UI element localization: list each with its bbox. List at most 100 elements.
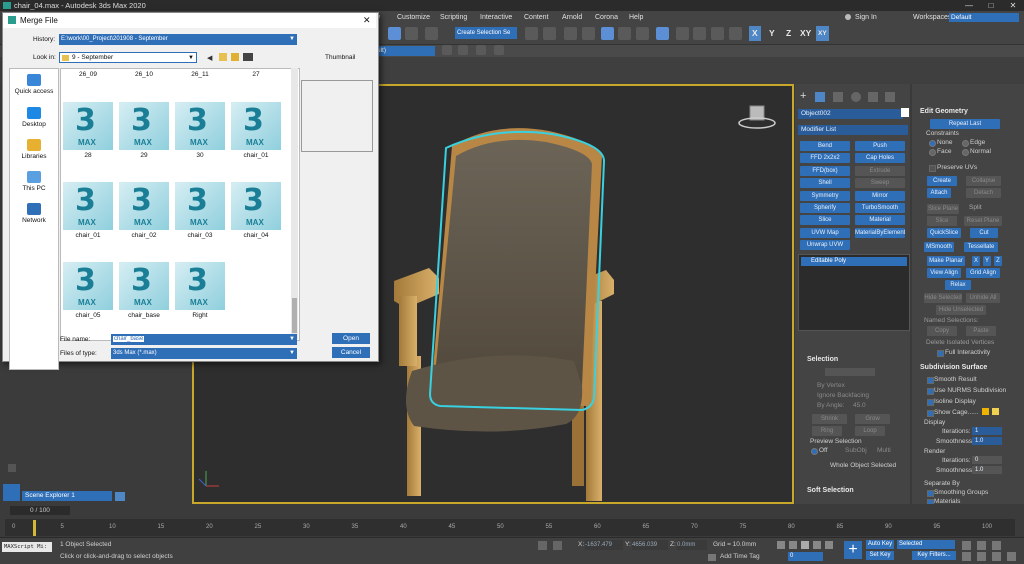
select-region-icon[interactable] [388, 27, 401, 40]
zoom-all-icon[interactable] [977, 541, 986, 550]
constraint-edge-radio[interactable] [962, 140, 969, 147]
zoom-extents-icon[interactable] [992, 541, 1001, 550]
display-smoothness-input[interactable]: 1.0 [972, 437, 1002, 445]
preview-multi-label[interactable]: Multi [877, 447, 891, 454]
workspaces-dropdown[interactable]: Default [949, 13, 1019, 22]
y-coord-field[interactable]: 4656.039 [632, 540, 668, 550]
edit-geometry-title[interactable]: Edit Geometry [920, 108, 968, 115]
constrain-y-button[interactable]: Y [769, 26, 775, 41]
modifier-button[interactable]: TurboSmooth [855, 203, 905, 213]
modifier-button[interactable]: Cap Holes [855, 153, 905, 164]
file-item[interactable]: 3 MAX chair_03 [175, 182, 225, 242]
previous-frame-icon[interactable] [789, 541, 797, 549]
maxscript-listener[interactable]: MAXScript Mi: [2, 542, 52, 552]
cage-selected-color-swatch[interactable] [992, 408, 999, 415]
file-item[interactable]: 3 MAX chair_01 [231, 102, 281, 162]
file-item[interactable]: 3 MAX chair_01 [63, 182, 113, 242]
slice-button[interactable]: Slice [927, 216, 957, 226]
file-item-label[interactable]: 27 [231, 71, 281, 78]
reset-plane-button[interactable]: Reset Plane [964, 216, 1002, 226]
loop-button[interactable]: Loop [855, 426, 885, 436]
hide-selected-button[interactable]: Hide Selected [924, 293, 962, 303]
key-filters-button[interactable]: Key Filters... [912, 551, 956, 560]
place-quick-access[interactable]: Quick access [10, 74, 58, 95]
cancel-button[interactable]: Cancel [332, 347, 370, 358]
smoothing-groups-checkbox[interactable] [927, 490, 934, 497]
planar-z-button[interactable]: Z [994, 256, 1002, 266]
selection-set-dropdown[interactable]: Create Selection Se [455, 27, 517, 39]
create-tab-icon[interactable]: + [800, 90, 806, 102]
smooth-result-checkbox[interactable] [927, 377, 934, 384]
modifier-button[interactable]: FFD 2x2x2 [800, 153, 850, 164]
time-slider-counter[interactable]: 0 / 100 [10, 506, 70, 515]
minimize-button[interactable]: — [958, 0, 980, 11]
modifier-list-dropdown[interactable]: Modifier List [798, 125, 908, 135]
go-to-end-icon[interactable] [825, 541, 833, 549]
shrink-button[interactable]: Shrink [812, 414, 847, 424]
stack-tools[interactable] [800, 332, 900, 340]
time-tag-icon[interactable] [708, 554, 716, 561]
zoom-icon[interactable] [962, 541, 971, 550]
isoline-display-checkbox[interactable] [927, 399, 934, 406]
window-crossing-icon[interactable] [405, 27, 418, 40]
modifier-button[interactable]: Sweep [855, 178, 905, 189]
file-item[interactable]: 3 MAX chair_05 [63, 262, 113, 322]
render-setup-icon[interactable] [676, 27, 689, 40]
back-arrow-icon[interactable]: ◀ [207, 54, 212, 62]
key-selection-dropdown[interactable]: Selected [897, 540, 955, 549]
by-angle-checkbox[interactable]: By Angle: [817, 402, 844, 409]
full-interactivity-checkbox[interactable] [937, 350, 944, 357]
cut-button[interactable]: Cut [970, 228, 998, 238]
scene-explorer-icon[interactable] [564, 27, 577, 40]
render-icon[interactable] [711, 27, 724, 40]
file-item[interactable]: 3 MAX chair_04 [231, 182, 281, 242]
subobject-icons[interactable] [825, 368, 875, 376]
render-cloud-icon[interactable] [729, 27, 742, 40]
set-key-button[interactable]: Set Key [866, 551, 894, 560]
modifier-button[interactable]: Mirror [855, 190, 905, 201]
file-item-label[interactable]: 26_11 [175, 71, 225, 78]
maximize-viewport-icon[interactable] [1007, 552, 1016, 561]
hierarchy-tab-icon[interactable] [833, 92, 843, 102]
auto-key-button[interactable]: Auto Key [866, 540, 894, 549]
modifier-button[interactable]: Material [855, 215, 905, 226]
pan-icon[interactable] [977, 552, 986, 561]
menu-customize[interactable]: Customize [397, 11, 430, 24]
menu-help[interactable]: Help [629, 11, 643, 24]
split-checkbox[interactable]: Split [969, 204, 982, 211]
spinner-snap-icon[interactable] [494, 45, 504, 55]
file-list-scrollbar[interactable] [291, 68, 298, 339]
maximize-button[interactable]: □ [980, 0, 1002, 11]
render-smoothness-input[interactable]: 1.0 [972, 466, 1002, 474]
menu-content[interactable]: Content [524, 11, 549, 24]
place-desktop[interactable]: Desktop [10, 107, 58, 128]
modifier-button[interactable]: Push [855, 141, 905, 151]
scene-explorer-icon[interactable] [3, 484, 20, 501]
file-item[interactable]: 3 MAX 29 [119, 102, 169, 162]
modifier-button[interactable]: Spherify [800, 203, 850, 213]
modifier-button[interactable]: FFD(box) [800, 165, 850, 176]
track-bar[interactable] [5, 519, 1015, 536]
delete-isolated-checkbox[interactable]: Delete Isolated Vertices [926, 339, 994, 346]
view-menu-icon[interactable] [243, 53, 253, 61]
menu-interactive[interactable]: Interactive [480, 11, 512, 24]
orbit-icon[interactable] [992, 552, 1001, 561]
constraint-face-radio[interactable] [929, 149, 936, 156]
named-selection-icon[interactable] [425, 27, 438, 40]
menu-corona[interactable]: Corona [595, 11, 618, 24]
selection-rollout-title[interactable]: Selection [807, 356, 838, 363]
scrollbar-thumb[interactable] [292, 298, 297, 333]
modifier-button[interactable]: Unwrap UVW [800, 240, 850, 251]
soft-selection-rollout-title[interactable]: Soft Selection [807, 487, 854, 494]
modifier-button[interactable]: Symmetry [800, 190, 850, 201]
paste-button[interactable]: Paste [966, 326, 996, 336]
modifier-button[interactable]: Extrude [855, 165, 905, 176]
z-coord-field[interactable]: 0.0mm [677, 540, 707, 550]
collapse-icon[interactable] [8, 464, 16, 472]
modify-tab-icon[interactable] [815, 92, 825, 102]
history-dropdown[interactable]: E:\work\00_Project\201908 - September ▼ [59, 34, 297, 45]
by-angle-value[interactable]: 45.0 [853, 402, 866, 409]
object-name-field[interactable]: Object002 [798, 109, 903, 119]
up-folder-icon[interactable] [219, 53, 227, 61]
file-item[interactable]: 3 MAX 30 [175, 102, 225, 162]
